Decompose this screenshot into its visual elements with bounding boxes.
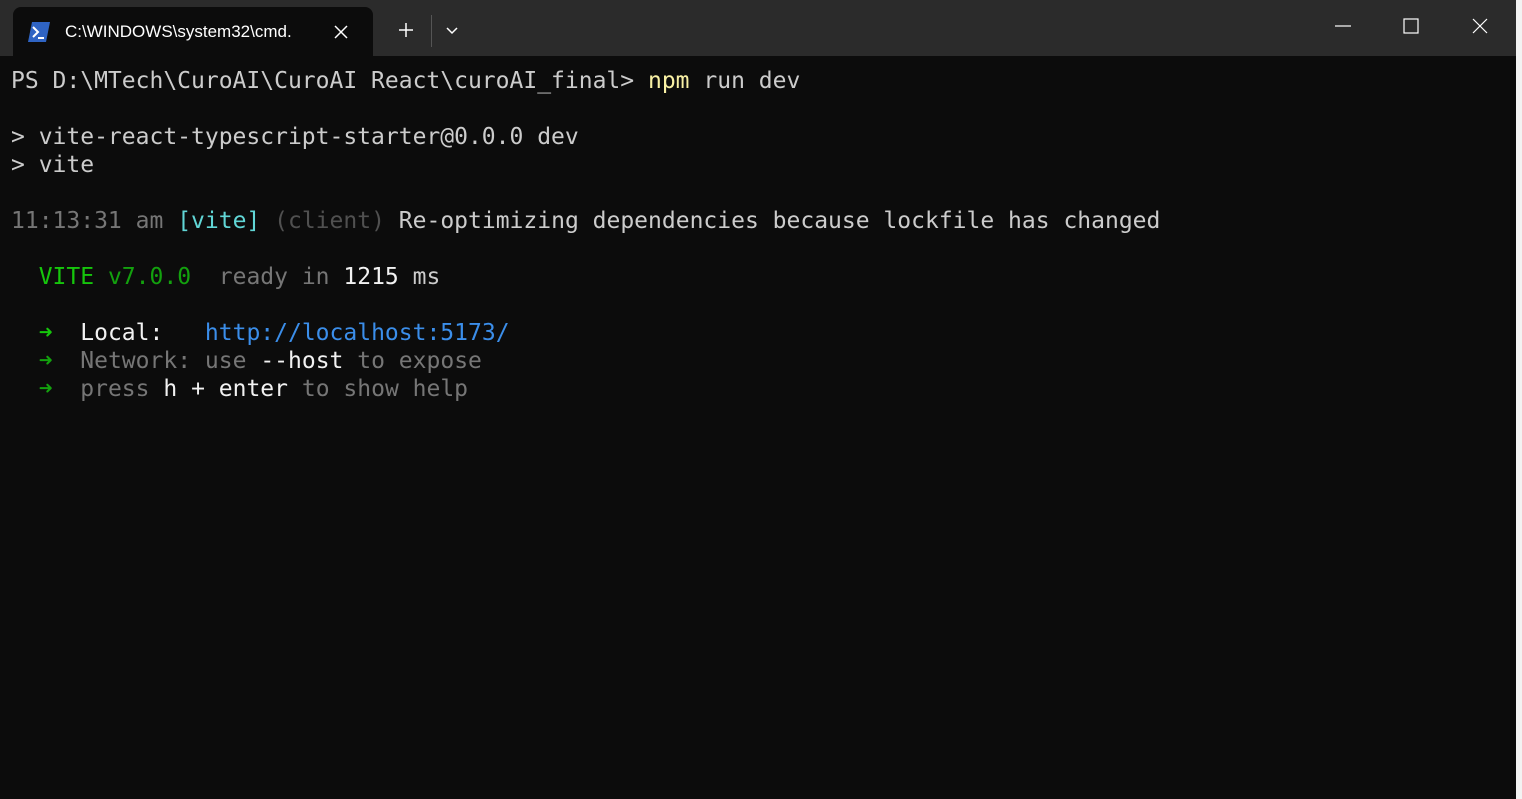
arrow-icon: ➜ <box>38 320 53 346</box>
network-post: to expose <box>357 348 482 374</box>
minimize-icon <box>1335 25 1351 27</box>
log-scope: (client) <box>274 208 385 234</box>
script-line: > vite-react-typescript-starter@0.0.0 de… <box>11 124 579 150</box>
close-window-button[interactable] <box>1446 0 1514 52</box>
new-tab-button[interactable] <box>390 14 422 46</box>
close-tab-icon[interactable] <box>329 20 353 44</box>
tab-title: C:\WINDOWS\system32\cmd. <box>65 22 292 41</box>
log-time: 11:13:31 am <box>11 208 164 234</box>
ready-line: VITE v7.0.0 ready in 1215 ms <box>11 263 441 291</box>
minimize-button[interactable] <box>1309 0 1377 52</box>
help-pre: press <box>80 376 150 402</box>
local-url-link[interactable]: http://localhost:5173/ <box>205 320 510 346</box>
ready-unit: ms <box>412 264 441 290</box>
maximize-button[interactable] <box>1377 0 1445 52</box>
network-flag: --host <box>260 348 344 374</box>
prompt-line: PS D:\MTech\CuroAI\CuroAI React\curoAI_f… <box>11 67 800 95</box>
tab-divider <box>431 15 432 47</box>
network-line: ➜ Network: use --host to expose <box>11 347 482 375</box>
command-name: npm <box>647 68 690 94</box>
local-url-line: ➜ Local: http://localhost:5173/ <box>11 319 510 347</box>
title-bar: C:\WINDOWS\system32\cmd. <box>0 0 1516 56</box>
script-command-line: > vite <box>11 152 95 178</box>
local-label: Local: <box>80 320 164 346</box>
prompt-path: PS D:\MTech\CuroAI\CuroAI React\curoAI_f… <box>11 68 648 94</box>
tab-dropdown-button[interactable] <box>438 16 466 44</box>
terminal-output[interactable]: PS D:\MTech\CuroAI\CuroAI React\curoAI_f… <box>0 56 1516 799</box>
window-edge <box>1516 0 1522 799</box>
help-keys: h + enter <box>163 376 288 402</box>
ready-duration: 1215 <box>343 264 399 290</box>
log-line: 11:13:31 am [vite] (client) Re-optimizin… <box>11 207 1160 235</box>
vite-version: v7.0.0 <box>107 264 192 290</box>
vite-brand: VITE <box>38 264 95 290</box>
help-line: ➜ press h + enter to show help <box>11 375 468 403</box>
terminal-tab[interactable]: C:\WINDOWS\system32\cmd. <box>13 7 373 56</box>
command-args: run dev <box>689 68 801 94</box>
chevron-down-icon <box>446 27 458 35</box>
help-post: to show help <box>301 376 469 402</box>
log-message: Re-optimizing dependencies because lockf… <box>398 208 1161 234</box>
powershell-icon <box>27 21 51 43</box>
network-label: Network: <box>80 348 192 374</box>
network-pre: use <box>204 348 247 374</box>
plus-icon <box>399 23 413 37</box>
ready-text: ready in <box>218 264 330 290</box>
arrow-icon: ➜ <box>38 348 53 374</box>
maximize-icon <box>1403 18 1419 34</box>
arrow-icon: ➜ <box>38 376 53 402</box>
log-tag: [vite] <box>177 208 261 234</box>
close-icon <box>1472 18 1488 34</box>
